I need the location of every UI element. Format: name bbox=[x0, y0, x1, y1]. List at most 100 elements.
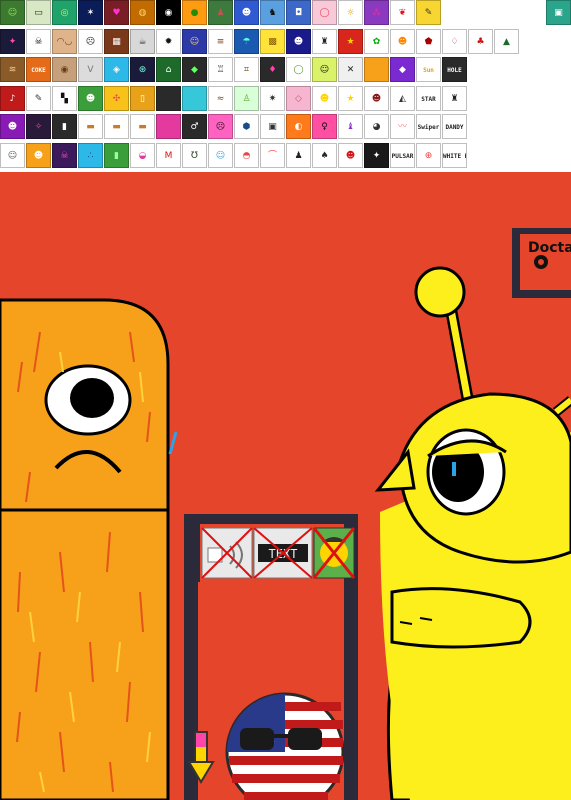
red-blob-icon[interactable]: ⬟ bbox=[416, 28, 441, 54]
docta-sign[interactable]: Docta bbox=[512, 228, 571, 298]
pulsar-label-icon[interactable]: PULSAR bbox=[390, 142, 415, 168]
magnet-icon[interactable]: Ʊ bbox=[182, 142, 207, 168]
figure-icon[interactable]: ♟ bbox=[208, 0, 233, 25]
cupcake-icon[interactable]: ◒ bbox=[130, 142, 155, 168]
bird-icon[interactable]: ◕ bbox=[364, 114, 389, 139]
sun-icon[interactable]: ☼ bbox=[338, 0, 363, 25]
bread-slice-icon[interactable]: ▬ bbox=[130, 114, 155, 139]
swiper-label-icon[interactable]: Swiper bbox=[416, 114, 441, 139]
cyan-tile[interactable] bbox=[182, 85, 207, 111]
green-creature-icon[interactable]: ☻ bbox=[78, 85, 103, 111]
dandy-label-icon[interactable]: DANDY bbox=[442, 114, 467, 139]
pink-figure-icon[interactable]: ♀ bbox=[312, 114, 337, 139]
usa-ball-character[interactable]: ★ bbox=[225, 692, 345, 800]
suit-icon[interactable]: ♟ bbox=[286, 142, 311, 168]
ribbon-icon[interactable]: ✧ bbox=[26, 114, 51, 139]
star-icon[interactable]: ★ bbox=[338, 85, 363, 111]
eyes-icon[interactable]: ◠◡ bbox=[52, 28, 77, 54]
checker-icon[interactable]: ▚ bbox=[52, 85, 77, 111]
character-icon[interactable]: ☺ bbox=[182, 28, 207, 54]
chili-icon[interactable]: ❦ bbox=[390, 0, 415, 25]
pink-face-icon[interactable]: ☹ bbox=[208, 114, 233, 139]
dots-blue-icon[interactable]: ∴ bbox=[78, 142, 103, 168]
red-figure-icon[interactable]: ♣ bbox=[468, 28, 493, 54]
cross-icon[interactable]: ✕ bbox=[338, 57, 363, 82]
green-face-icon[interactable]: ☺ bbox=[0, 0, 25, 25]
hair-icon[interactable]: ≈ bbox=[208, 85, 233, 111]
fridge-icon[interactable]: ▯ bbox=[130, 85, 155, 111]
drop-icon[interactable]: ♢ bbox=[442, 28, 467, 54]
spiky-sun-icon[interactable]: ✷ bbox=[260, 85, 285, 111]
tower-icon[interactable]: ♜ bbox=[312, 28, 337, 54]
fries-icon[interactable]: M bbox=[156, 142, 181, 168]
night-face-icon[interactable]: ☻ bbox=[286, 28, 311, 54]
magenta-tile[interactable] bbox=[156, 114, 181, 139]
window-icon[interactable]: ▦ bbox=[104, 28, 129, 54]
mouse-icon[interactable]: ☻ bbox=[390, 28, 415, 54]
lime-face-icon[interactable]: ☺ bbox=[312, 57, 337, 82]
umbrella-icon[interactable]: ☂ bbox=[234, 28, 259, 54]
purple-diamond-icon[interactable]: ◆ bbox=[390, 57, 415, 82]
water-drop-icon[interactable]: ◈ bbox=[104, 57, 129, 82]
flower-face-icon[interactable]: ⊕ bbox=[416, 142, 441, 168]
gate-sound-slot[interactable] bbox=[201, 527, 253, 579]
statue-icon[interactable]: ♜ bbox=[442, 85, 467, 111]
purple-figure-icon[interactable]: ♝ bbox=[338, 114, 363, 139]
note-icon[interactable]: ✎ bbox=[416, 0, 441, 25]
purple-creature-icon[interactable]: ☻ bbox=[0, 114, 25, 139]
coke-label-icon[interactable]: COKE bbox=[26, 57, 51, 82]
green-ring-icon[interactable]: ◯ bbox=[286, 57, 311, 82]
phone-icon[interactable]: ◐ bbox=[286, 114, 311, 139]
book-icon[interactable]: ▮ bbox=[52, 114, 77, 139]
eye-icon[interactable]: ◉ bbox=[156, 0, 181, 25]
black-star-icon[interactable]: ✦ bbox=[364, 142, 389, 168]
dots-icon[interactable]: ◍ bbox=[130, 0, 155, 25]
frown-icon[interactable]: ☹ bbox=[78, 28, 103, 54]
sponge-icon[interactable]: ▩ bbox=[260, 28, 285, 54]
teal-box-icon[interactable]: ▣ bbox=[546, 0, 571, 25]
smile-face-icon[interactable]: ☺ bbox=[208, 142, 233, 168]
pie-icon[interactable]: ◉ bbox=[52, 57, 77, 82]
bark-icon[interactable]: ⌗ bbox=[234, 57, 259, 82]
spiral-icon[interactable]: ◎ bbox=[52, 0, 77, 25]
rainbow-icon[interactable]: ⌒ bbox=[260, 142, 285, 168]
baguette-icon[interactable]: ▬ bbox=[78, 114, 103, 139]
dark-tile[interactable] bbox=[156, 85, 181, 111]
yellow-alien-character[interactable] bbox=[374, 266, 571, 800]
white-hole-icon[interactable]: WHITE HOLE bbox=[442, 142, 467, 168]
green-cupcake-icon[interactable]: ◓ bbox=[234, 142, 259, 168]
sun-label-icon[interactable]: Sun bbox=[416, 57, 441, 82]
brown-face-icon[interactable]: ☻ bbox=[364, 85, 389, 111]
star-burst-icon[interactable]: ✶ bbox=[78, 0, 103, 25]
burger-icon[interactable]: ≡ bbox=[208, 28, 233, 54]
hat-icon[interactable]: ⬢ bbox=[234, 114, 259, 139]
yellow-blob-icon[interactable]: ☻ bbox=[312, 85, 337, 111]
worm-icon[interactable]: 〰 bbox=[390, 114, 415, 139]
card-icon[interactable]: ▭ bbox=[26, 0, 51, 25]
gem-icon[interactable]: ◆ bbox=[182, 57, 207, 82]
donut-icon[interactable]: ◯ bbox=[312, 0, 337, 25]
orange-tile[interactable] bbox=[364, 57, 389, 82]
blue-face-icon[interactable]: ☻ bbox=[234, 0, 259, 25]
heart-icon[interactable]: ♥ bbox=[104, 0, 129, 25]
pencil-icon[interactable]: ▮ bbox=[104, 142, 129, 168]
gate-image-slot[interactable] bbox=[312, 527, 356, 579]
flower-icon[interactable]: ✿ bbox=[364, 28, 389, 54]
controller-icon[interactable]: ◘ bbox=[286, 0, 311, 25]
doodle-icon[interactable]: ✎ bbox=[26, 85, 51, 111]
cup-icon[interactable]: ☕ bbox=[130, 28, 155, 54]
black-hole-icon[interactable]: HOLE bbox=[442, 57, 467, 82]
cow-spots-icon[interactable]: ✹ bbox=[156, 28, 181, 54]
tiny-figure-icon[interactable]: ♙ bbox=[234, 85, 259, 111]
orange-block-character[interactable] bbox=[0, 298, 178, 800]
dog-icon[interactable]: ☻ bbox=[26, 142, 51, 168]
pink-gem-icon[interactable]: ♦ bbox=[260, 57, 285, 82]
arrow-figure-icon[interactable]: ♂ bbox=[182, 114, 207, 139]
onigiri-icon[interactable]: ◭ bbox=[390, 85, 415, 111]
gate-text-slot[interactable]: TEXT bbox=[253, 527, 313, 579]
angry-face-icon[interactable]: ☠ bbox=[52, 142, 77, 168]
star-label-icon[interactable]: STAR bbox=[416, 85, 441, 111]
pink-diamond-icon[interactable]: ◇ bbox=[286, 85, 311, 111]
red-face-icon[interactable]: ☻ bbox=[338, 142, 363, 168]
orange-icon[interactable]: ● bbox=[182, 0, 207, 25]
